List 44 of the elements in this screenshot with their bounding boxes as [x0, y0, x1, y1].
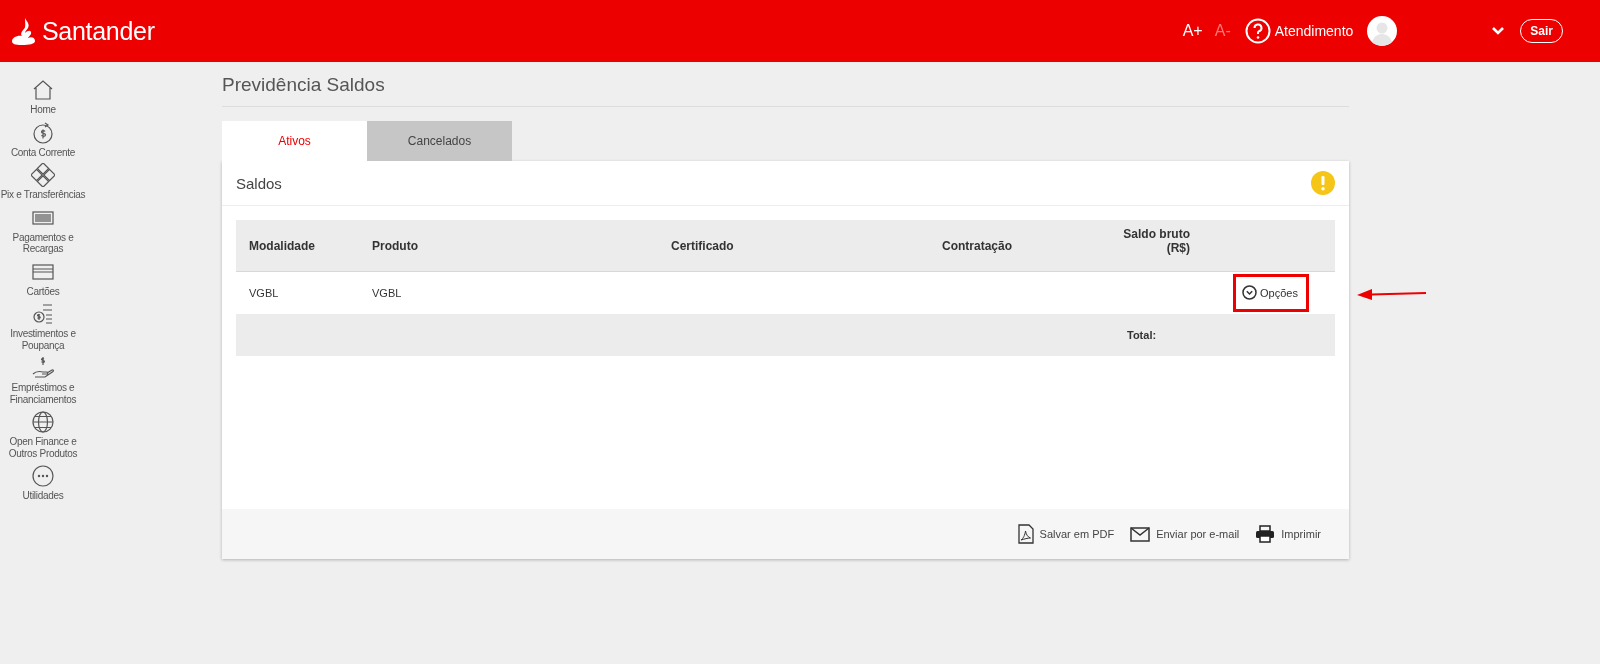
coin-list-icon	[31, 302, 55, 326]
sidebar-item[interactable]: Pagamentos e Recargas	[0, 205, 86, 255]
column-header: Modalidade	[248, 238, 316, 253]
page-title: Previdência Saldos	[222, 74, 1349, 107]
pdf-file-icon	[1017, 524, 1034, 544]
send-email-button[interactable]: Enviar por e-mail	[1130, 526, 1240, 542]
annotation-arrow	[1357, 288, 1427, 300]
brand-name: Santander	[42, 16, 155, 46]
total-label: Total:	[1126, 329, 1158, 341]
column-header: Certificado	[670, 238, 735, 253]
chevron-down-icon[interactable]	[1492, 27, 1505, 35]
help-icon	[1244, 18, 1271, 44]
sidebar-item[interactable]: Utilidades	[0, 464, 86, 502]
ellipsis-icon	[31, 464, 55, 488]
sidebar-item[interactable]: Open Finance e Outros Produtos	[0, 410, 86, 459]
increase-font-button[interactable]: A+	[1182, 22, 1203, 40]
sidebar-item[interactable]: Investimentos e Poupança	[0, 302, 86, 351]
sidebar-item[interactable]: Empréstimos e Financiamentos	[0, 356, 86, 405]
globe-icon	[31, 410, 55, 434]
help-link[interactable]: Atendimento	[1244, 18, 1354, 44]
envelope-icon	[1130, 526, 1151, 542]
printer-icon	[1255, 525, 1276, 543]
table-cell-text: VGBL	[248, 287, 280, 299]
options-button[interactable]: Opções	[1242, 285, 1298, 300]
tab[interactable]: Cancelados	[367, 121, 512, 161]
chevron-circle-icon	[1242, 285, 1257, 300]
sidebar-item[interactable]: Conta Corrente	[0, 120, 86, 158]
sidebar-item[interactable]: Pix e Transferências	[0, 163, 86, 201]
column-header: Produto	[371, 238, 419, 253]
tab[interactable]: Ativos	[222, 121, 367, 161]
flame-logo-icon	[12, 17, 38, 45]
table-cell-text: VGBL	[371, 287, 403, 299]
avatar-icon[interactable]	[1367, 16, 1398, 46]
print-button[interactable]: Imprimir	[1255, 525, 1321, 543]
diamond-grid-icon	[31, 163, 55, 187]
hand-coin-icon	[31, 356, 55, 380]
home-icon	[31, 78, 55, 102]
column-header: Contratação	[941, 238, 1013, 253]
column-header: Saldo bruto (R$)	[1122, 226, 1191, 255]
card-title: Saldos	[236, 174, 282, 192]
sidebar-item[interactable]: Cartões	[0, 259, 86, 297]
save-pdf-button[interactable]: Salvar em PDF	[1017, 524, 1115, 544]
sidebar-item[interactable]: Home	[0, 78, 86, 116]
dollar-cycle-icon	[31, 120, 55, 145]
